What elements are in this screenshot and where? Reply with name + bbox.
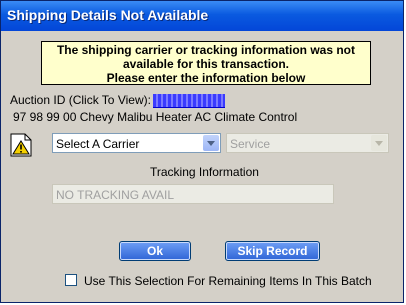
notice-line-2: available for this transaction.	[122, 57, 290, 71]
tracking-input[interactable]: NO TRACKING AVAIL	[52, 184, 334, 204]
warning-document-icon	[10, 133, 32, 157]
notice-box: The shipping carrier or tracking informa…	[41, 41, 371, 85]
chevron-down-icon[interactable]	[371, 135, 387, 151]
batch-selection-checkbox[interactable]	[65, 274, 77, 286]
tracking-input-value: NO TRACKING AVAIL	[56, 188, 175, 202]
item-description: 97 98 99 00 Chevy Malibu Heater AC Clima…	[13, 110, 298, 124]
chevron-down-icon[interactable]	[203, 135, 219, 151]
carrier-select-value: Select A Carrier	[56, 137, 140, 151]
ok-button[interactable]: Ok	[119, 241, 191, 261]
notice-line-1: The shipping carrier or tracking informa…	[56, 43, 356, 57]
carrier-select[interactable]: Select A Carrier	[52, 133, 221, 153]
auction-id-label: Auction ID (Click To View):	[10, 93, 151, 107]
tracking-label: Tracking Information	[150, 165, 259, 179]
batch-selection-label: Use This Selection For Remaining Items I…	[84, 274, 372, 288]
service-select-value: Service	[230, 137, 271, 151]
skip-record-button[interactable]: Skip Record	[225, 241, 320, 261]
title-bar[interactable]: Shipping Details Not Available	[1, 1, 403, 31]
auction-id-link[interactable]	[153, 94, 225, 108]
service-select[interactable]: Service	[226, 133, 389, 153]
shipping-details-dialog: Shipping Details Not Available The shipp…	[0, 0, 404, 303]
notice-line-3: Please enter the information below	[106, 71, 306, 85]
window-title: Shipping Details Not Available	[7, 7, 209, 23]
